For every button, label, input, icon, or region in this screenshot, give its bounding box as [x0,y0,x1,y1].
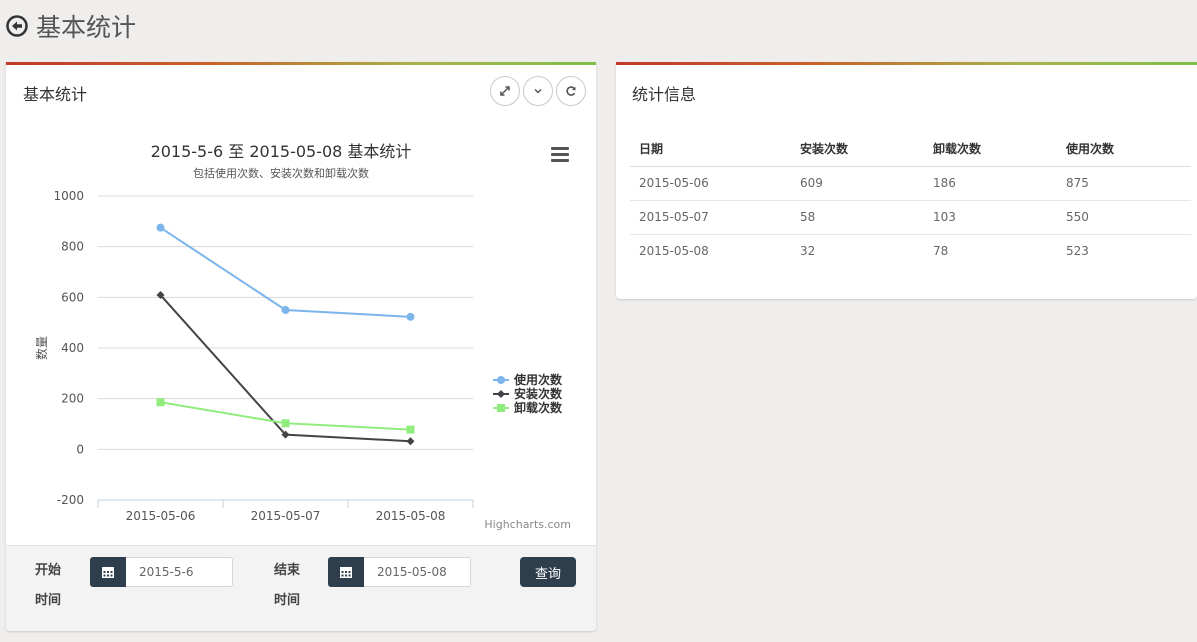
x-axis: 2015-05-06 2015-05-07 2015-05-08 [97,499,474,523]
chart-series [156,223,415,446]
data-point [497,404,505,412]
end-date-group [328,557,471,587]
panel-tools [490,76,586,106]
x-tick-label: 2015-05-07 [251,509,321,523]
table-header-row: 日期 安装次数 卸载次数 使用次数 [630,131,1191,167]
y-tick-label: 800 [61,240,84,254]
table-cell: 2015-05-06 [630,166,791,201]
table-cell: 609 [791,166,924,201]
y-axis-label: 数量 [34,336,49,360]
series-circle [156,223,415,321]
data-point [406,437,415,446]
series-square [156,398,415,434]
table-row: 2015-05-06 609 186 875 [630,166,1191,201]
data-point [406,312,415,321]
x-tick-label: 2015-05-08 [376,509,446,523]
table-cell: 103 [924,200,1057,235]
y-tick-label: 1000 [53,189,84,203]
table-row: 2015-05-07 58 103 550 [630,200,1191,235]
chart-panel-title: 基本统计 [23,85,88,104]
stats-table: 日期 安装次数 卸载次数 使用次数 2015-05-06 609 186 875… [630,131,1191,268]
refresh-icon [566,86,576,96]
column-header: 日期 [630,131,791,167]
refresh-button[interactable] [556,76,586,106]
data-point [156,398,165,407]
page-title: 基本统计 [36,13,137,42]
calendar-icon [340,567,352,578]
expand-icon [500,86,510,96]
date-filter-form: 开始时间 结束时间 [6,545,596,631]
table-cell: 78 [933,244,949,259]
chart-credit[interactable]: Highcharts.com [484,518,571,531]
y-axis-ticks: 1000 800 600 400 200 0 -200 [53,189,84,507]
back-arrow-icon[interactable] [6,15,28,37]
calendar-icon [102,567,114,578]
data-point [281,419,290,428]
chart-subtitle: 包括使用次数、安装次数和卸载次数 [193,166,369,180]
legend-item[interactable]: 安装次数 [493,386,563,401]
start-calendar-button[interactable] [90,557,126,587]
legend-item[interactable]: 使用次数 [493,372,563,387]
table-cell: 523 [1066,244,1089,259]
column-header: 使用次数 [1057,131,1191,167]
start-date-input[interactable] [126,557,233,587]
chart-legend: 使用次数安装次数卸载次数 [493,372,563,415]
page-header: 基本统计 [6,8,136,44]
expand-button[interactable] [490,76,520,106]
table-row: 2015-05-08 32 78 523 [630,234,1191,268]
chart-panel: 基本统计 2015-5-6 至 2015-05-08 基本统计 包括使用次数、安… [6,62,596,631]
data-point [156,223,165,232]
table-cell: 2015-05-08 [639,244,709,259]
collapse-button[interactable] [523,76,553,106]
start-date-group [90,557,233,587]
line-chart: 2015-5-6 至 2015-05-08 基本统计 包括使用次数、安装次数和卸… [34,142,571,531]
legend-item[interactable]: 卸载次数 [493,400,563,415]
legend-label: 安装次数 [514,386,563,401]
chart-menu-icon[interactable] [551,147,569,163]
legend-label: 使用次数 [513,372,563,387]
table-cell: 186 [924,166,1057,201]
data-point [281,306,290,314]
y-tick-label: 400 [61,341,84,355]
query-button[interactable]: 查询 [520,557,576,587]
y-tick-label: 0 [76,442,84,456]
legend-label: 卸载次数 [514,400,563,415]
x-tick-label: 2015-05-06 [126,509,196,523]
table-cell: 550 [1057,200,1191,235]
table-cell: 2015-05-07 [630,200,791,235]
table-cell: 32 [800,244,816,259]
table-cell: 58 [791,200,924,235]
stats-panel: 统计信息 日期 安装次数 卸载次数 使用次数 2015-05-06 609 18… [616,62,1197,299]
end-date-label: 结束时间 [274,563,301,608]
chart-grid [98,195,473,450]
data-point [497,376,505,384]
data-point [497,390,505,398]
y-tick-label: 600 [61,290,84,304]
chart-title: 2015-5-6 至 2015-05-08 基本统计 [151,142,412,161]
stats-panel-title: 统计信息 [632,85,697,104]
y-tick-label: -200 [57,493,84,507]
end-date-input[interactable] [364,557,471,587]
column-header: 卸载次数 [924,131,1057,167]
series-line [159,226,411,318]
column-header: 安装次数 [791,131,924,167]
data-point [406,425,415,434]
y-tick-label: 200 [61,392,84,406]
end-calendar-button[interactable] [328,557,364,587]
start-date-label: 开始时间 [35,563,62,608]
table-cell: 875 [1057,166,1191,201]
chevron-down-icon [534,88,542,94]
